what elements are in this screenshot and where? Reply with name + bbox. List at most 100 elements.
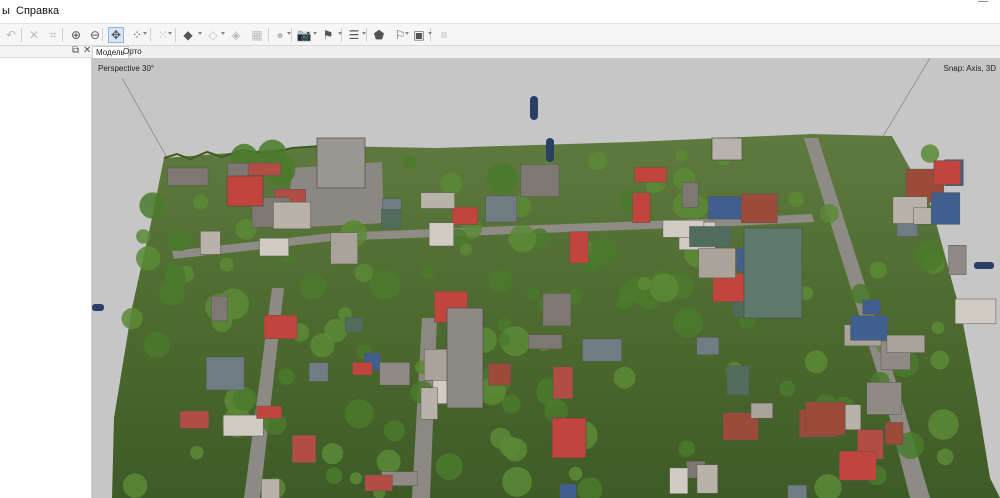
- building-roof: [420, 192, 455, 209]
- dropdown-arrow-icon[interactable]: [143, 32, 147, 35]
- tab-ortho[interactable]: Орто: [120, 46, 145, 58]
- noise-blob: [546, 138, 554, 162]
- tree: [928, 409, 959, 440]
- tree: [121, 308, 143, 330]
- tree: [354, 263, 374, 283]
- tiled-model-icon[interactable]: ▦: [249, 27, 265, 43]
- building-roof: [750, 402, 773, 419]
- menu-item-view[interactable]: ы: [2, 5, 10, 17]
- layers-icon[interactable]: ≡: [436, 27, 452, 43]
- building-roof: [485, 195, 517, 223]
- texture-icon[interactable]: ◈: [228, 27, 244, 43]
- building-roof: [261, 478, 280, 498]
- building-roof: [726, 365, 750, 396]
- tree: [122, 473, 148, 498]
- flag-icon[interactable]: ⚐: [392, 27, 408, 43]
- dropdown-arrow-icon[interactable]: [405, 32, 409, 35]
- projection-label: Perspective 30°: [98, 64, 155, 73]
- tree: [219, 257, 234, 272]
- dense-points-icon[interactable]: ⁙: [155, 27, 171, 43]
- zoom-out-icon[interactable]: ⊖: [87, 27, 103, 43]
- tree: [501, 394, 521, 414]
- building-roof: [446, 307, 484, 409]
- tree: [440, 172, 463, 195]
- building-roof: [669, 467, 689, 494]
- tree: [321, 442, 344, 465]
- building-roof: [423, 349, 450, 381]
- markers-icon[interactable]: ⚑: [320, 27, 336, 43]
- navigation-icon[interactable]: ✥: [108, 27, 124, 43]
- dropdown-arrow-icon[interactable]: [313, 32, 317, 35]
- tree: [613, 366, 636, 389]
- toolbar-separator: [366, 28, 367, 42]
- building-roof: [886, 334, 926, 353]
- sphere-icon[interactable]: ●: [272, 27, 288, 43]
- dropdown-arrow-icon[interactable]: [287, 32, 291, 35]
- building-roof: [542, 293, 572, 327]
- points-icon[interactable]: ⁘: [129, 27, 145, 43]
- image-icon[interactable]: ▣: [411, 27, 427, 43]
- dropdown-arrow-icon[interactable]: [221, 32, 225, 35]
- mesh-solid-icon[interactable]: ◆: [180, 27, 196, 43]
- tree: [779, 380, 796, 397]
- tree: [489, 269, 513, 293]
- building-roof: [954, 298, 997, 325]
- building-roof: [379, 362, 411, 386]
- camera-icon[interactable]: 📷: [296, 27, 312, 43]
- dropdown-arrow-icon[interactable]: [198, 32, 202, 35]
- tree: [310, 333, 335, 358]
- tree: [435, 453, 463, 481]
- tree: [143, 331, 170, 358]
- snap-label: Snap: Axis, 3D: [943, 64, 996, 73]
- list-icon[interactable]: ☰: [346, 27, 362, 43]
- shapes-icon[interactable]: ⬟: [371, 27, 387, 43]
- dropdown-arrow-icon[interactable]: [338, 32, 342, 35]
- building-roof: [850, 315, 889, 341]
- building-roof: [451, 206, 478, 225]
- tree: [920, 144, 940, 163]
- mesh-wireframe-icon[interactable]: ◇: [205, 27, 221, 43]
- tree: [498, 333, 511, 346]
- building-roof: [708, 196, 744, 220]
- toolbar-separator: [175, 28, 176, 42]
- undock-icon[interactable]: ⧉: [72, 45, 79, 56]
- tree: [499, 436, 521, 458]
- dropdown-arrow-icon[interactable]: [428, 32, 432, 35]
- building-roof: [308, 362, 329, 382]
- toolbar-separator: [291, 28, 292, 42]
- zoom-in-icon[interactable]: ⊕: [68, 27, 84, 43]
- close-icon[interactable]: ✕: [83, 45, 91, 56]
- 3d-model-scene[interactable]: [92, 58, 1000, 498]
- tree: [588, 152, 607, 171]
- tree: [931, 321, 945, 335]
- dropdown-arrow-icon[interactable]: [362, 32, 366, 35]
- minimize-button[interactable]: —: [978, 0, 992, 7]
- building-roof: [632, 192, 651, 224]
- tree: [168, 229, 191, 252]
- building-roof: [698, 247, 736, 279]
- view-tabs: Модель Орто: [92, 46, 1000, 58]
- building-roof: [948, 245, 967, 275]
- building-roof: [487, 363, 512, 386]
- building-roof: [428, 222, 454, 247]
- building-roof: [243, 162, 281, 176]
- building-roof: [273, 201, 311, 230]
- building-roof: [743, 227, 803, 319]
- model-viewport[interactable]: Perspective 30° Snap: Axis, 3D: [92, 58, 1000, 498]
- building-roof: [866, 382, 902, 415]
- building-roof: [552, 366, 574, 400]
- toolbar-separator: [268, 28, 269, 42]
- building-roof: [345, 317, 364, 333]
- building-roof: [364, 474, 393, 492]
- building-roof: [528, 334, 563, 350]
- tree: [165, 263, 185, 283]
- crop-icon[interactable]: ⌗: [45, 27, 61, 43]
- building-roof: [569, 231, 589, 264]
- delete-icon[interactable]: ✕: [26, 27, 42, 43]
- menu-item-help[interactable]: Справка: [16, 5, 59, 17]
- building-roof: [582, 338, 622, 362]
- undo-icon[interactable]: ↶: [3, 27, 19, 43]
- dropdown-arrow-icon[interactable]: [168, 32, 172, 35]
- building-roof: [839, 451, 877, 481]
- workspace-panel: ⧉ ✕: [0, 45, 92, 498]
